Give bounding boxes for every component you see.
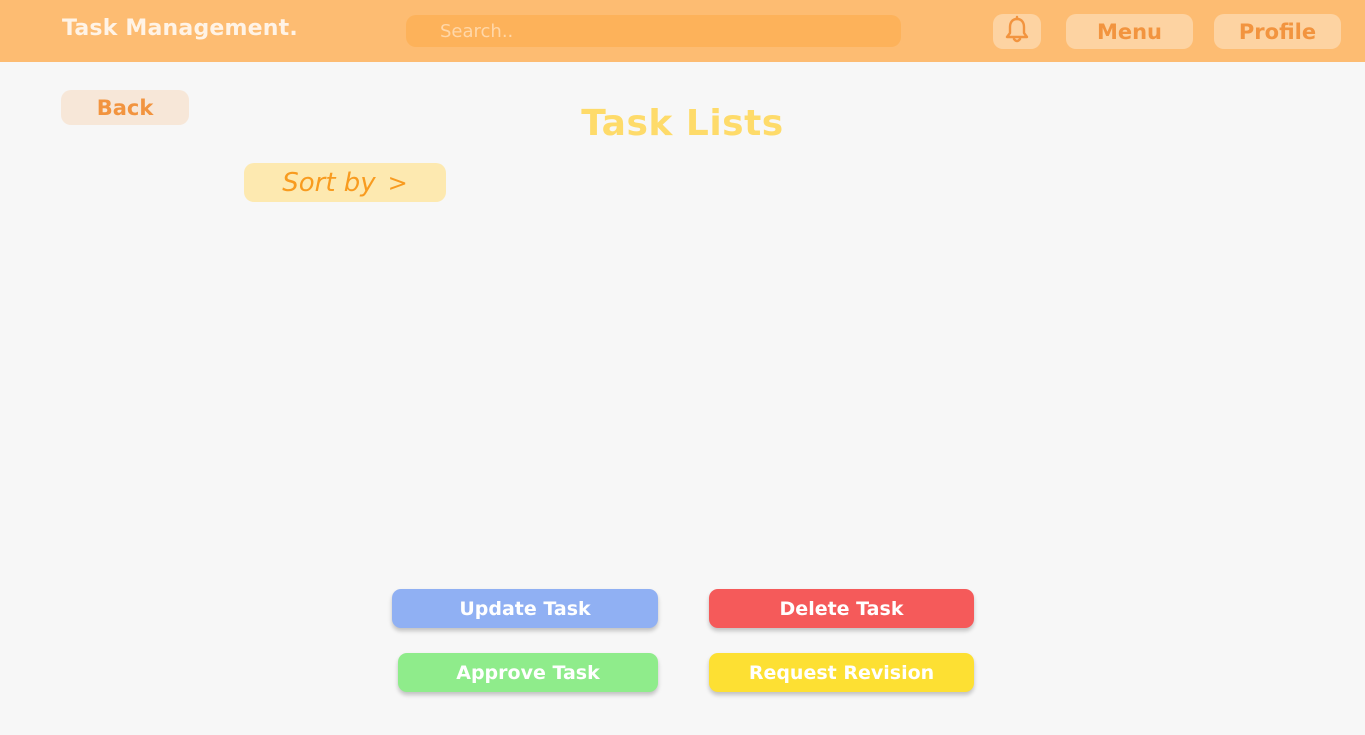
search-input[interactable]	[406, 15, 901, 47]
approve-task-button[interactable]: Approve Task	[398, 653, 658, 692]
sort-by-button[interactable]: Sort by >	[244, 163, 446, 202]
bell-icon	[1002, 15, 1032, 49]
chevron-right-icon: >	[387, 168, 408, 197]
update-task-button[interactable]: Update Task	[392, 589, 658, 628]
profile-button[interactable]: Profile	[1214, 14, 1341, 49]
menu-button[interactable]: Menu	[1066, 14, 1193, 49]
sort-by-label: Sort by	[282, 167, 376, 198]
request-revision-button[interactable]: Request Revision	[709, 653, 974, 692]
top-navigation-bar: Task Management. Menu Profile	[0, 0, 1365, 62]
page-title: Task Lists	[581, 103, 784, 144]
delete-task-button[interactable]: Delete Task	[709, 589, 974, 628]
notification-button[interactable]	[993, 14, 1041, 49]
brand-title: Task Management.	[62, 16, 298, 41]
